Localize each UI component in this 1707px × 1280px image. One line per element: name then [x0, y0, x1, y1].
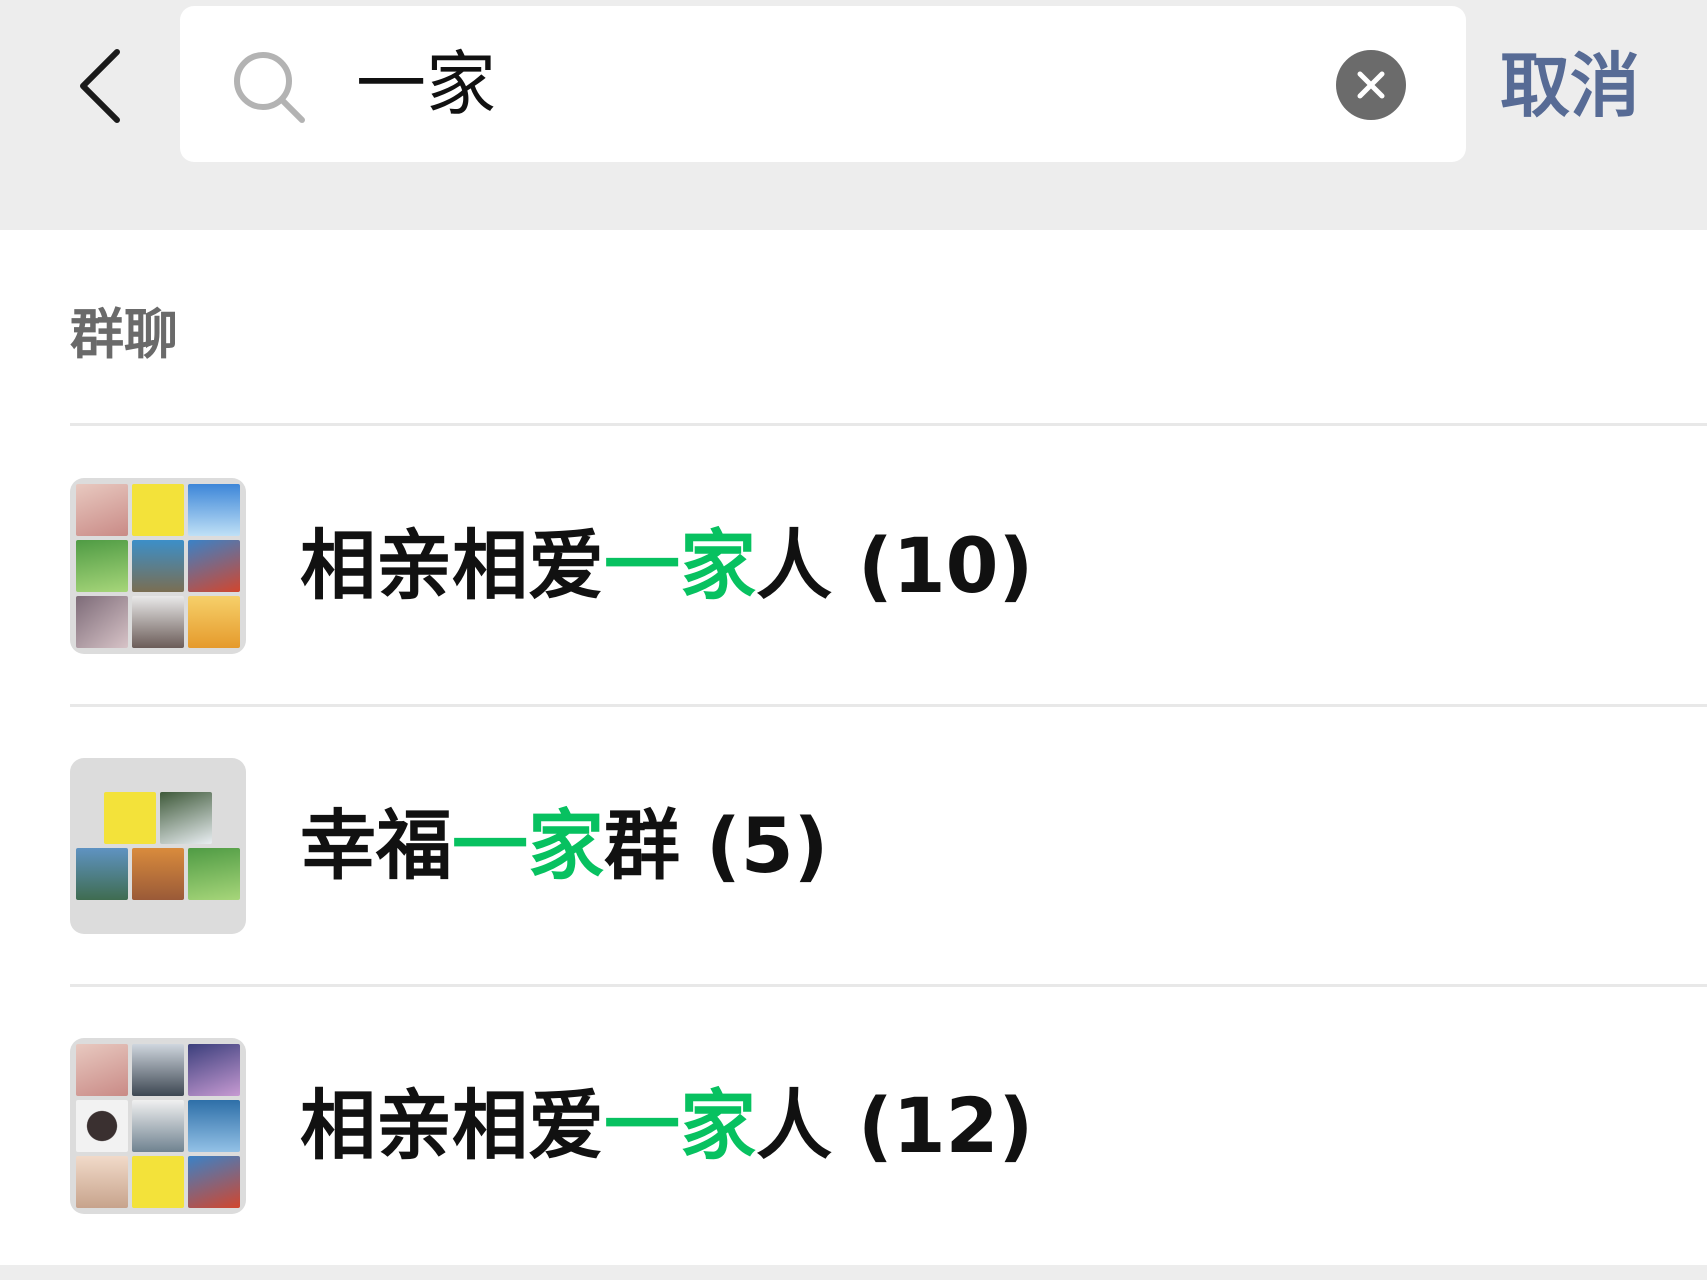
- avatar-tile: [188, 484, 240, 536]
- back-button[interactable]: [62, 36, 138, 136]
- group-name-match: 一家: [604, 1081, 756, 1170]
- member-count: (10): [858, 521, 1034, 610]
- avatar-tile: [76, 540, 128, 592]
- group-name: 相亲相爱 一家人 (12): [300, 1076, 1033, 1176]
- member-count: (5): [706, 801, 829, 890]
- search-input[interactable]: 一家: [356, 40, 496, 128]
- avatar-tile: [132, 848, 184, 900]
- group-avatar: [70, 758, 246, 934]
- group-chat-item[interactable]: 相亲相爱 一家人 (10): [0, 426, 1707, 706]
- section-title: 群聊: [70, 303, 178, 366]
- group-name-part: 人: [756, 1081, 832, 1170]
- avatar-tile: [76, 484, 128, 536]
- cancel-button[interactable]: 取消: [1500, 36, 1700, 136]
- chevron-left-icon: [80, 49, 120, 123]
- group-avatar: [70, 1038, 246, 1214]
- avatar-tile: [76, 848, 128, 900]
- avatar-tile: [132, 484, 184, 536]
- group-name-part: 人: [756, 521, 832, 610]
- group-name-part: 相亲相爱: [300, 1081, 604, 1170]
- group-name-part: 群: [604, 801, 680, 890]
- member-count: (12): [858, 1081, 1034, 1170]
- group-name-part: 幸福: [300, 801, 452, 890]
- avatar-tile: [188, 1156, 240, 1208]
- avatar-tile: [188, 1044, 240, 1096]
- avatar-tile: [132, 1044, 184, 1096]
- group-chat-item[interactable]: 相亲相爱 一家人 (12): [0, 986, 1707, 1266]
- avatar-tile: [76, 1044, 128, 1096]
- avatar-tile: [76, 596, 128, 648]
- avatar-tile: [188, 1100, 240, 1152]
- clear-icon: [1357, 71, 1385, 99]
- search-icon: [234, 52, 305, 123]
- group-avatar: [70, 478, 246, 654]
- search-header: 一家 取消: [0, 0, 1707, 228]
- avatar-tile: [76, 1156, 128, 1208]
- avatar-tile: [188, 540, 240, 592]
- avatar-tile: [132, 540, 184, 592]
- group-name-part: 相亲相爱: [300, 521, 604, 610]
- avatar-tile: [76, 1100, 128, 1152]
- search-results: 群聊 相亲相爱 一家人 (10) 幸福 一家 群 (5) 相亲相爱 一家 人 (…: [0, 230, 1707, 1265]
- avatar-tile: [188, 848, 240, 900]
- clear-button[interactable]: [1336, 50, 1406, 120]
- avatar-tile: [132, 596, 184, 648]
- avatar-tile: [160, 792, 212, 844]
- group-name: 相亲相爱 一家人 (10): [300, 516, 1033, 616]
- avatar-tile: [188, 596, 240, 648]
- group-name-match: 一家: [604, 521, 756, 610]
- group-name: 幸福 一家群 (5): [300, 796, 828, 896]
- avatar-tile: [132, 1156, 184, 1208]
- avatar-tile: [104, 792, 156, 844]
- avatar-tile: [132, 1100, 184, 1152]
- group-chat-item[interactable]: 幸福 一家群 (5): [0, 706, 1707, 986]
- search-screen: 一家 取消 群聊 相亲相爱 一家 人 (10) 幸福 一家 群 (5) 相亲相爱…: [0, 0, 1707, 1280]
- search-box[interactable]: 一家: [180, 6, 1466, 162]
- group-name-match: 一家: [452, 801, 604, 890]
